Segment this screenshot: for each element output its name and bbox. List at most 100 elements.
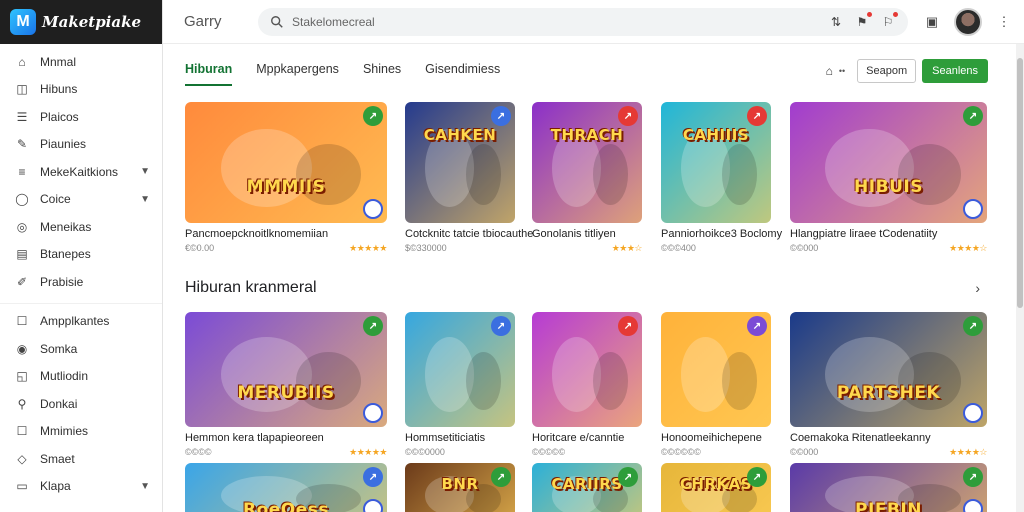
game-card[interactable]: CAHIIIS ↗ Panniorhoikce3 Boclomy ©©©400 xyxy=(661,102,782,253)
game-meta: ★★★☆ xyxy=(532,243,643,254)
game-thumbnail[interactable]: THRACH ↗ xyxy=(532,102,642,223)
game-thumbnail[interactable]: BNR ↗ xyxy=(405,463,515,512)
game-card[interactable]: HIBUIS ↗ Hlangpiatre liraee tCodenatiity ©©… xyxy=(790,102,987,254)
search-input[interactable] xyxy=(292,14,818,29)
sidebar-item[interactable]: ☰ Plaicos xyxy=(0,103,162,131)
game-badge-icon: ↗ xyxy=(747,316,767,336)
pen-icon: ✎ xyxy=(16,137,28,152)
lock-icon[interactable]: ⌂ xyxy=(826,64,833,78)
chevron-down-icon[interactable]: ▼ xyxy=(140,166,150,177)
game-thumbnail[interactable]: MERUBIIS ↗ xyxy=(185,312,387,427)
game-art-title: CHRKAS xyxy=(679,475,753,493)
home-icon: ⌂ xyxy=(18,54,26,69)
game-card[interactable]: MMMIIS ↗ Pancmoepcknoitlknomemiian €©0.00 ★★… xyxy=(185,102,387,254)
share-icon[interactable]: ⇅ xyxy=(828,14,844,30)
sidebar-item[interactable]: ◫ Hibuns xyxy=(0,76,162,104)
chevron-down-icon[interactable]: ▼ xyxy=(140,194,150,205)
game-price: $©330000 xyxy=(405,243,447,253)
scrollbar-thumb[interactable] xyxy=(1017,58,1023,308)
primary-button[interactable]: Seanlens xyxy=(922,59,988,83)
game-badge-icon: ↗ xyxy=(363,316,383,336)
game-card[interactable]: BNR ↗ xyxy=(405,463,515,512)
logo-bar[interactable]: M Maketpiake xyxy=(0,0,162,44)
game-card[interactable]: ↗ Honoomeihichepene ©©©©©© xyxy=(661,312,771,457)
more-vert-icon[interactable]: ⋮ xyxy=(996,14,1012,30)
secondary-button[interactable]: Seapom xyxy=(857,59,917,83)
sidebar-item[interactable]: ◇ Smaet xyxy=(0,445,162,473)
game-card[interactable]: ↗ Hommsetiticiatis ©©©0000 xyxy=(405,312,515,457)
actions-small-text: •• xyxy=(838,66,846,76)
sidebar-item[interactable]: ◱ Mutliodin xyxy=(0,363,162,391)
game-meta: ©©000 ★★★★☆ xyxy=(790,447,987,458)
chart-icon: ◱ xyxy=(16,369,28,384)
search-icon: ⚲ xyxy=(17,396,27,411)
game-thumbnail[interactable]: PARTSHEK ↗ xyxy=(790,312,987,427)
game-thumbnail[interactable]: CARIIRS ↗ xyxy=(532,463,642,512)
game-card[interactable]: PIEBIN ↗ xyxy=(790,463,987,512)
game-card[interactable]: MERUBIIS ↗ Hemmon kera tlapapieoreen ©©©© ★★… xyxy=(185,312,387,458)
tab-4[interactable]: Gisendimiess xyxy=(425,62,500,86)
sidebar-item[interactable]: ◎ Meneikas xyxy=(0,213,162,241)
sidebar-item[interactable]: ≡ MekeKaitkions ▼ xyxy=(0,158,162,186)
sidebar-item[interactable]: ✐ Prabisie xyxy=(0,268,162,296)
alert-icon[interactable]: ⚐ xyxy=(880,11,898,30)
chevron-down-icon[interactable]: ▼ xyxy=(140,481,150,492)
sidebar-item[interactable]: ◯ Coice ▼ xyxy=(0,186,162,214)
sidebar-item[interactable]: ⚲ Donkai xyxy=(0,390,162,418)
game-card[interactable]: CAHKEN ↗ Cotcknitc tatcie tbiocauthe $©3300… xyxy=(405,102,533,253)
sidebar-item[interactable]: ✎ Piaunies xyxy=(0,131,162,159)
game-meta: ©©©©©© xyxy=(661,447,771,457)
tab-1[interactable]: Hiburan xyxy=(185,62,233,86)
character-art xyxy=(592,352,628,410)
game-card[interactable]: ↗ Horitcare e/canntie ©©©©© xyxy=(532,312,642,457)
sidebar-item-label: MekeKaitkions xyxy=(40,164,119,179)
game-card[interactable]: PARTSHEK ↗ Coemakoka Ritenatleekanny ©©000 ★… xyxy=(790,312,987,458)
logo-text: Maketpiake xyxy=(42,13,142,31)
game-thumbnail[interactable]: ↗ xyxy=(661,312,771,427)
game-thumbnail[interactable]: ↗ xyxy=(532,312,642,427)
sidebar-item[interactable]: ▭ Klapa ▼ xyxy=(0,473,162,501)
sidebar-item[interactable]: ⌂ Mnmal xyxy=(0,48,162,76)
sidebar-item[interactable]: ☐ Ampplkantes xyxy=(0,308,162,336)
sidebar-item[interactable]: ◉ Somka xyxy=(0,335,162,363)
square-icon: ☐ xyxy=(16,314,28,329)
character-art xyxy=(721,144,757,205)
game-art-title: RoeOess xyxy=(242,500,330,512)
sidebar-item-label: Meneikas xyxy=(40,219,92,234)
tab-2[interactable]: Mppkapergens xyxy=(256,62,339,86)
sidebar-item-label: Btanepes xyxy=(40,247,91,262)
circle-icon: ◯ xyxy=(15,192,29,207)
game-thumbnail[interactable]: CHRKAS ↗ xyxy=(661,463,771,512)
game-thumbnail[interactable]: CAHIIIS ↗ xyxy=(661,102,771,223)
game-card[interactable]: THRACH ↗ Gonolanis titliyen ★★★☆ xyxy=(532,102,643,254)
game-meta: ©©©400 xyxy=(661,243,771,253)
search-bar[interactable]: ⇅ ⚑ ⚐ xyxy=(258,7,908,36)
game-thumbnail[interactable]: ↗ xyxy=(405,312,515,427)
game-thumbnail[interactable]: HIBUIS ↗ xyxy=(790,102,987,223)
game-badge-icon: ↗ xyxy=(963,467,983,487)
game-card[interactable]: CARIIRS ↗ xyxy=(532,463,642,512)
topbar: Garry ⇅ ⚑ ⚐ ▣ ⋮ xyxy=(163,0,1024,44)
sidebar-item[interactable]: ☐ Mmimies xyxy=(0,418,162,446)
game-card[interactable]: RoeOess ↗ xyxy=(185,463,387,512)
game-badge-icon: ↗ xyxy=(363,467,383,487)
game-rating: ★★★☆ xyxy=(611,243,643,253)
sidebar-item-label: Mmimies xyxy=(40,424,88,439)
game-badge-icon: ↗ xyxy=(491,316,511,336)
game-thumbnail[interactable]: MMMIIS ↗ xyxy=(185,102,387,223)
game-price: ©©000 xyxy=(790,243,819,253)
tab-3[interactable]: Shines xyxy=(363,62,401,86)
scrollbar[interactable] xyxy=(1016,44,1024,512)
chevron-right-icon[interactable]: › xyxy=(975,280,980,296)
sidebar-item[interactable]: ▤ Btanepes xyxy=(0,241,162,269)
avatar[interactable] xyxy=(954,7,982,36)
notification-icon[interactable]: ⚑ xyxy=(854,11,872,30)
game-title: Honoomeihichepene xyxy=(661,432,762,444)
game-thumbnail[interactable]: CAHKEN ↗ xyxy=(405,102,515,223)
cast-icon[interactable]: ▣ xyxy=(924,14,940,30)
game-meta: $©330000 xyxy=(405,243,515,253)
game-thumbnail[interactable]: RoeOess ↗ xyxy=(185,463,387,512)
game-price: ©©©400 xyxy=(661,243,696,253)
game-card[interactable]: CHRKAS ↗ xyxy=(661,463,771,512)
game-thumbnail[interactable]: PIEBIN ↗ xyxy=(790,463,987,512)
